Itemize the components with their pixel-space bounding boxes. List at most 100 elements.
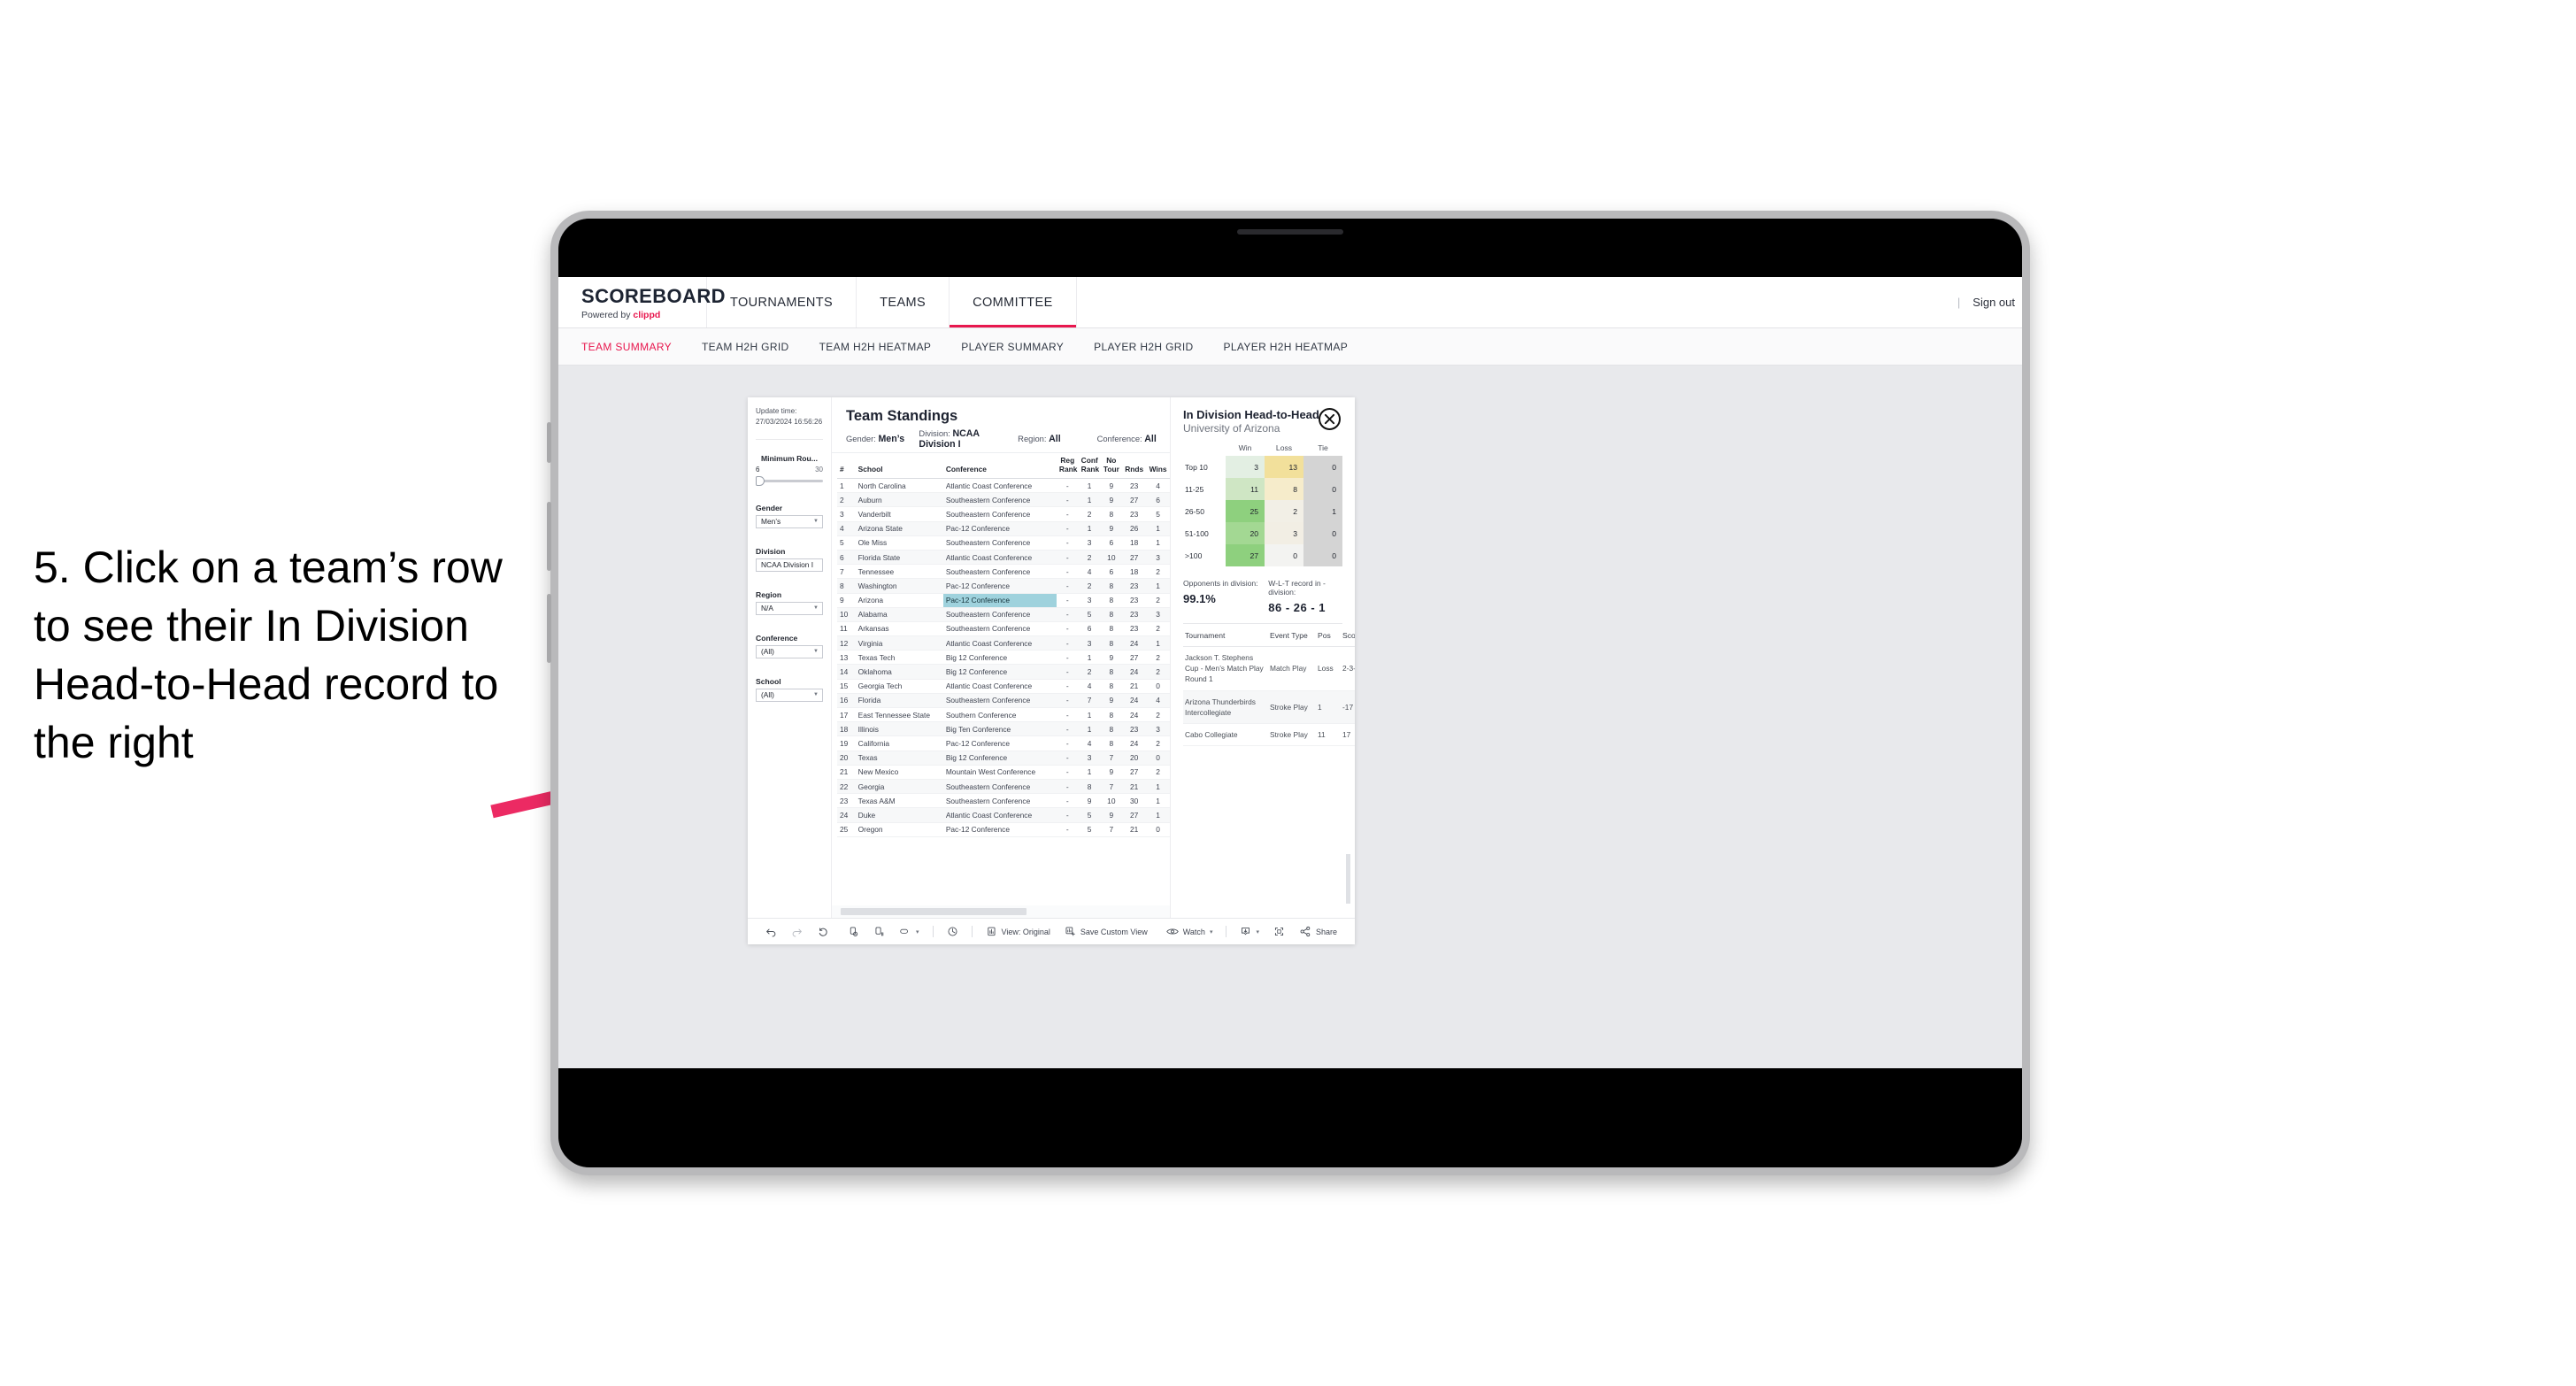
table-row[interactable]: 17 East Tennessee State Southern Conferenc…	[837, 707, 1170, 723]
data-details-icon[interactable]	[940, 919, 965, 944]
dashboard-canvas: Update time: 27/03/2024 16:56:26 Minimum…	[558, 366, 2022, 1068]
col-score[interactable]: Score	[1341, 631, 1355, 647]
table-row[interactable]: 5 Ole Miss Southeastern Conference -3 6 18 1	[837, 535, 1170, 551]
cell-rank: 17	[837, 707, 856, 723]
tab-player-h2h-heatmap[interactable]: PLAYER H2H HEATMAP	[1224, 341, 1349, 353]
nav-item-tournaments[interactable]: TOURNAMENTS	[707, 277, 857, 327]
col-school[interactable]: School	[855, 453, 943, 479]
table-row[interactable]: 4 Arizona State Pac-12 Conference -1 9 26 1	[837, 521, 1170, 536]
scoreboard-app: SCOREBOARD Powered by clippd TOURNAMENTS…	[558, 277, 2022, 1068]
h2h-cell-win: 27	[1226, 544, 1265, 566]
col-reg-rank[interactable]: Reg Rank	[1056, 453, 1079, 479]
col-no-tour[interactable]: No Tour	[1100, 453, 1123, 479]
col-rnds[interactable]: Rnds	[1122, 453, 1147, 479]
h2h-cell-tie: 0	[1303, 544, 1342, 566]
table-row[interactable]: 24 Duke Atlantic Coast Conference -5 9 27 1	[837, 807, 1170, 823]
share-button[interactable]: Share	[1292, 919, 1344, 944]
watch-label: Watch	[1182, 927, 1205, 936]
tournament-row[interactable]: Jackson T. Stephens Cup - Men’s Match Pl…	[1183, 646, 1355, 691]
table-row[interactable]: 18 Illinois Big Ten Conference -1 8 23 3	[837, 721, 1170, 737]
horizontal-scrollbar[interactable]	[832, 905, 1170, 918]
table-row[interactable]: 9 Arizona Pac-12 Conference -3 8 23 2	[837, 593, 1170, 608]
tab-team-h2h-heatmap[interactable]: TEAM H2H HEATMAP	[819, 341, 932, 353]
col-pos[interactable]: Pos	[1316, 631, 1341, 647]
cell-pos: 11	[1316, 723, 1341, 747]
minimum-rounds-slider[interactable]	[756, 475, 823, 486]
cell-wins: 2	[1146, 564, 1170, 580]
table-row[interactable]: 7 Tennessee Southeastern Conference -4 6 18 2	[837, 564, 1170, 580]
table-row[interactable]: 1 North Carolina Atlantic Coast Conference…	[837, 478, 1170, 494]
col-tournament[interactable]: Tournament	[1183, 631, 1268, 647]
cell-wins: 2	[1146, 664, 1170, 680]
table-row[interactable]: 25 Oregon Pac-12 Conference -5 7 21 0	[837, 822, 1170, 837]
col-wins[interactable]: Wins	[1146, 453, 1170, 479]
col-conf-rank[interactable]: Conf Rank	[1078, 453, 1101, 479]
table-row[interactable]: 3 Vanderbilt Southeastern Conference -2 8 23 5	[837, 506, 1170, 522]
cell-conf-rank: 1	[1078, 765, 1101, 780]
table-row[interactable]: 22 Georgia Southeastern Conference -8 7 21 1	[837, 779, 1170, 795]
redo-icon[interactable]	[784, 919, 810, 944]
cell-no-tour: 8	[1100, 721, 1123, 737]
nav-item-teams[interactable]: TEAMS	[857, 277, 950, 327]
h2h-row: Top 10 3 13 0	[1183, 456, 1342, 478]
top-navigation-bar: SCOREBOARD Powered by clippd TOURNAMENTS…	[558, 277, 2022, 328]
table-row[interactable]: 12 Virginia Atlantic Coast Conference -3 8 24…	[837, 635, 1170, 651]
table-row[interactable]: 15 Georgia Tech Atlantic Coast Conference -…	[837, 679, 1170, 694]
tab-team-summary[interactable]: TEAM SUMMARY	[581, 341, 672, 353]
cell-rnds: 23	[1122, 578, 1147, 594]
refresh-data-icon[interactable]	[841, 919, 866, 944]
undo-icon[interactable]	[758, 919, 784, 944]
table-row[interactable]: 8 Washington Pac-12 Conference -2 8 23 1	[837, 578, 1170, 594]
table-row[interactable]: 21 New Mexico Mountain West Conference -1 9 2…	[837, 765, 1170, 780]
table-row[interactable]: 13 Texas Tech Big 12 Conference -1 9 27 2	[837, 650, 1170, 666]
tournament-vertical-scrollbar[interactable]	[1346, 854, 1350, 904]
filter-school-select[interactable]: (All) ▼	[756, 688, 823, 702]
stat-wlt-value: 86 - 26 - 1	[1268, 601, 1326, 614]
col-conference[interactable]: Conference	[942, 453, 1057, 479]
table-row[interactable]: 23 Texas A&M Southeastern Conference -9 10 30…	[837, 793, 1170, 809]
tab-player-summary[interactable]: PLAYER SUMMARY	[961, 341, 1064, 353]
tab-player-h2h-grid[interactable]: PLAYER H2H GRID	[1094, 341, 1193, 353]
signout-link[interactable]: Sign out	[1972, 296, 2015, 309]
tab-team-h2h-grid[interactable]: TEAM H2H GRID	[702, 341, 789, 353]
slider-handle[interactable]	[756, 475, 765, 486]
col-event-type[interactable]: Event Type	[1268, 631, 1316, 647]
tournament-row[interactable]: Cabo Collegiate Stroke Play 11 17	[1183, 723, 1355, 747]
active-filter-conference-value: All	[1144, 433, 1157, 444]
tournament-row[interactable]: Arizona Thunderbirds Intercollegiate Stro…	[1183, 690, 1355, 724]
nav-item-committee[interactable]: COMMITTEE	[950, 277, 1077, 327]
standings-table-scroll[interactable]: # School Conference Reg Rank Conf Rank N…	[832, 453, 1170, 905]
table-row[interactable]: 11 Arkansas Southeastern Conference -6 8 23 2	[837, 621, 1170, 637]
table-row[interactable]: 14 Oklahoma Big 12 Conference -2 8 24 2	[837, 664, 1170, 680]
device-layout-icon[interactable]: ▾	[892, 919, 927, 944]
filter-gender-label: Gender	[756, 503, 783, 512]
filter-gender-select[interactable]: Men’s ▼	[756, 514, 823, 528]
fullscreen-icon[interactable]	[1266, 919, 1292, 944]
standings-panel: Team Standings Gender: Men’s Division: N…	[832, 397, 1171, 918]
close-icon[interactable]	[1319, 408, 1341, 430]
cell-conf-rank: 5	[1078, 807, 1101, 823]
filter-conference-select[interactable]: (All) ▼	[756, 644, 823, 658]
col-rank[interactable]: #	[837, 453, 856, 479]
cell-conference: Atlantic Coast Conference	[942, 807, 1057, 823]
table-row[interactable]: 10 Alabama Southeastern Conference -5 8 23 3	[837, 607, 1170, 622]
save-custom-view-button[interactable]: Save Custom View	[1057, 919, 1155, 944]
cell-reg-rank: -	[1056, 478, 1079, 494]
filter-division-select[interactable]: NCAA Division I	[756, 558, 823, 572]
view-original-button[interactable]: View: Original	[979, 919, 1057, 944]
tablet-button-volume-up	[547, 502, 551, 571]
download-button[interactable]: ▾	[1233, 919, 1266, 944]
watch-button[interactable]: Watch ▾	[1159, 919, 1220, 944]
h2h-row-label: 26-50	[1183, 500, 1226, 522]
table-row[interactable]: 16 Florida Southeastern Conference -7 9 24 4	[837, 693, 1170, 709]
revert-icon[interactable]	[810, 919, 835, 944]
filter-region-select[interactable]: N/A ▼	[756, 601, 823, 615]
table-row[interactable]: 19 California Pac-12 Conference -4 8 24 2	[837, 735, 1170, 751]
cell-conf-rank: 2	[1078, 506, 1101, 522]
table-row[interactable]: 20 Texas Big 12 Conference -3 7 20 0	[837, 751, 1170, 766]
h2h-cell-win: 20	[1226, 522, 1265, 544]
pause-updates-icon[interactable]	[866, 919, 892, 944]
table-row[interactable]: 6 Florida State Atlantic Coast Conference -…	[837, 550, 1170, 566]
table-row[interactable]: 2 Auburn Southeastern Conference -1 9 27 6	[837, 492, 1170, 508]
scrollbar-thumb[interactable]	[841, 908, 1027, 915]
